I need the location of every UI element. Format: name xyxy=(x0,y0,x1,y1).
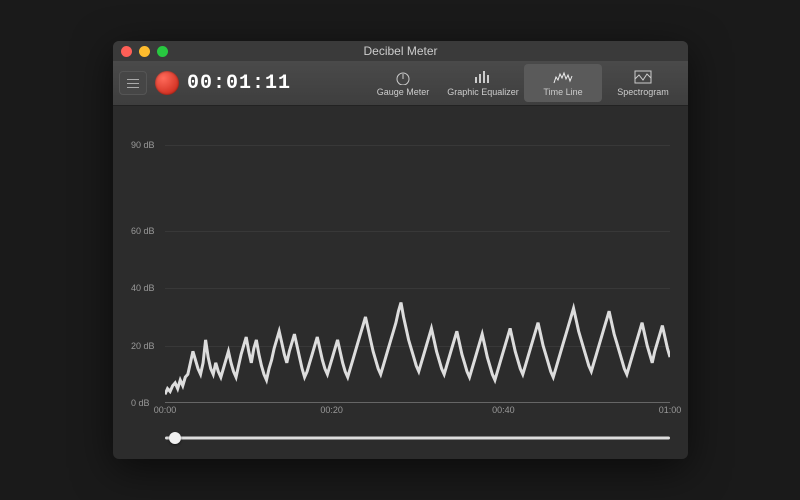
x-axis xyxy=(165,402,670,403)
view-mode-tabs: Gauge Meter Graphic Equalizer Time Line … xyxy=(364,64,682,102)
y-tick-label: 20 dB xyxy=(131,341,155,351)
gauge-icon xyxy=(393,69,413,85)
window-title: Decibel Meter xyxy=(113,44,688,58)
y-tick-label: 60 dB xyxy=(131,226,155,236)
toolbar: 00:01:11 Gauge Meter Graphic Equalizer T… xyxy=(113,61,688,106)
tab-time-line[interactable]: Time Line xyxy=(524,64,602,102)
x-tick-label: 01:00 xyxy=(659,405,682,415)
waveform-line xyxy=(165,303,670,395)
tab-label: Spectrogram xyxy=(617,87,669,97)
tab-label: Gauge Meter xyxy=(377,87,430,97)
elapsed-timer: 00:01:11 xyxy=(187,72,291,95)
x-tick-label: 00:40 xyxy=(492,405,515,415)
spectrogram-icon xyxy=(633,69,653,85)
tab-gauge-meter[interactable]: Gauge Meter xyxy=(364,64,442,102)
traffic-lights xyxy=(113,46,168,57)
y-tick-label: 90 dB xyxy=(131,140,155,150)
y-tick-label: 0 dB xyxy=(131,398,150,408)
tab-spectrogram[interactable]: Spectrogram xyxy=(604,64,682,102)
gridline xyxy=(165,231,670,232)
gridline xyxy=(165,145,670,146)
scrubber-thumb[interactable] xyxy=(169,432,181,444)
x-axis-ticks: 00:0000:2000:4001:00 xyxy=(165,405,670,419)
titlebar[interactable]: Decibel Meter xyxy=(113,41,688,61)
gridline xyxy=(165,288,670,289)
timeline-plot: 0 dB20 dB40 dB60 dB90 dB xyxy=(131,116,670,403)
playback-scrubber[interactable] xyxy=(165,429,670,447)
timeline-icon xyxy=(553,69,573,85)
zoom-button[interactable] xyxy=(157,46,168,57)
equalizer-icon xyxy=(473,69,493,85)
gridline xyxy=(165,346,670,347)
x-tick-label: 00:20 xyxy=(320,405,343,415)
record-button[interactable] xyxy=(155,71,179,95)
chart-area: 0 dB 20 dB 40 dB 60 dB 90 dB 00:00 00:20 00:40… xyxy=(113,106,688,425)
minimize-button[interactable] xyxy=(139,46,150,57)
close-button[interactable] xyxy=(121,46,132,57)
menu-button[interactable] xyxy=(119,71,147,95)
x-tick-label: 00:00 xyxy=(154,405,177,415)
tab-graphic-equalizer[interactable]: Graphic Equalizer xyxy=(444,64,522,102)
app-window: Decibel Meter 00:01:11 Gauge Meter Graph… xyxy=(113,41,688,459)
y-tick-label: 40 dB xyxy=(131,283,155,293)
scrubber-track xyxy=(165,437,670,440)
tab-label: Graphic Equalizer xyxy=(447,87,519,97)
tab-label: Time Line xyxy=(543,87,582,97)
